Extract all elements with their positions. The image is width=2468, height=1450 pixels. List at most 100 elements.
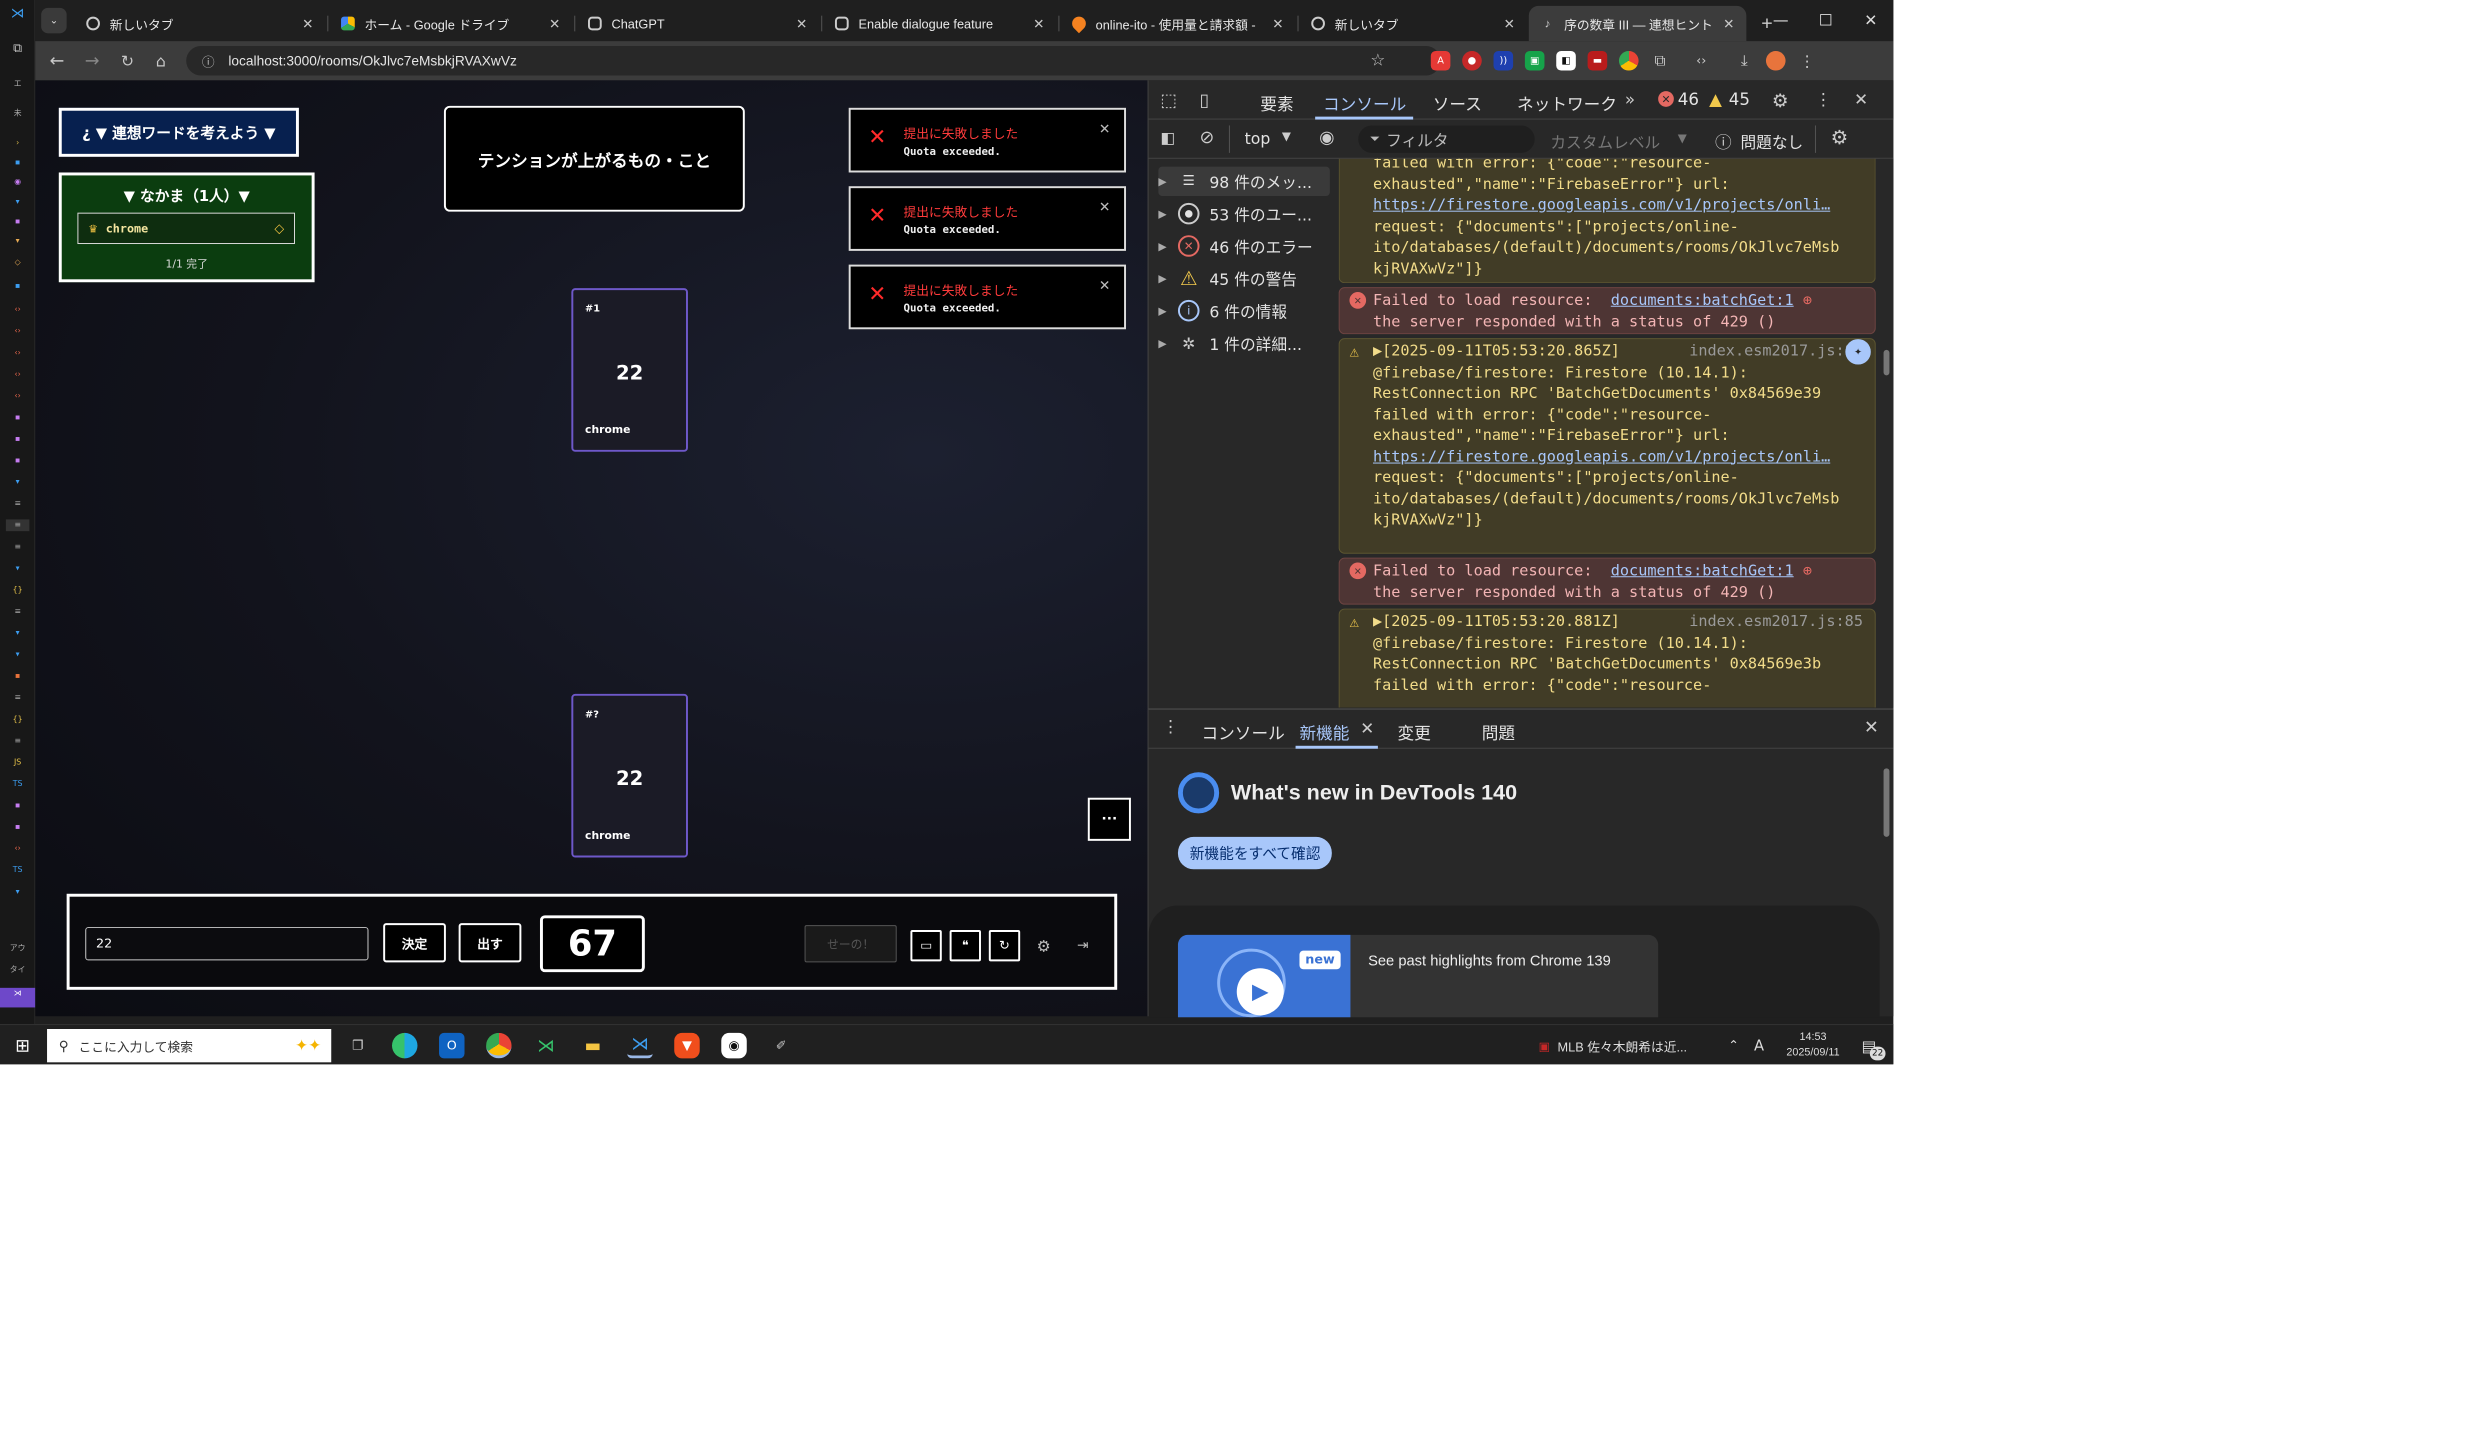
file-icon[interactable]: ▪: [6, 455, 30, 467]
explorer-icon[interactable]: ⧉: [6, 42, 30, 55]
menu-kebab-icon[interactable]: ⋮: [1797, 51, 1817, 71]
info-icon[interactable]: ⓘ: [1715, 128, 1732, 153]
file-icon[interactable]: ▾: [6, 235, 30, 247]
brave-icon[interactable]: ▼: [674, 1032, 700, 1059]
minimize-icon[interactable]: —: [1758, 0, 1803, 39]
tab-sources[interactable]: ソース: [1433, 90, 1482, 115]
log-link[interactable]: https://firestore.googleapis.com/v1/proj…: [1373, 195, 1875, 216]
file-icon[interactable]: ▾: [6, 627, 30, 639]
site-info-icon[interactable]: ⓘ: [202, 51, 215, 70]
tab-active-game[interactable]: ♪ 序の数章 III — 連想ヒントで 1~ ✕: [1528, 5, 1747, 42]
chevron-down-icon[interactable]: ▼: [1678, 131, 1687, 145]
sidebar-item-messages[interactable]: ▶ ☰ 98 件のメッ...: [1158, 166, 1330, 196]
forward-icon[interactable]: →: [80, 49, 104, 73]
close-icon[interactable]: ✕: [1033, 15, 1044, 32]
chat-button[interactable]: ···: [1087, 797, 1131, 841]
close-drawer-icon[interactable]: ✕: [1864, 717, 1879, 738]
drawer-scrollbar[interactable]: [1880, 749, 1894, 1018]
file-icon[interactable]: ▾: [6, 649, 30, 661]
tab-chatgpt[interactable]: ChatGPT ✕: [576, 6, 819, 41]
back-icon[interactable]: ←: [45, 49, 69, 73]
device-toolbar-icon[interactable]: ▯: [1200, 90, 1210, 111]
close-icon[interactable]: ✕: [1099, 200, 1110, 216]
ai-assist-icon[interactable]: ✦: [1845, 339, 1871, 365]
windows-start-icon[interactable]: ⊞: [10, 1033, 35, 1058]
more-tabs-icon[interactable]: »: [1625, 90, 1635, 110]
error-count[interactable]: 46: [1678, 90, 1699, 110]
console-warning-entry[interactable]: ⚠ ▶[2025-09-11T05:53:20.881Z] index.esm20…: [1338, 608, 1876, 708]
log-link[interactable]: documents:batchGet:1: [1611, 562, 1794, 580]
party-member-row[interactable]: ♛ chrome ◇: [77, 212, 295, 245]
ts-icon[interactable]: TS: [6, 778, 30, 790]
maximize-icon[interactable]: ☐: [1803, 0, 1848, 39]
console-settings-icon[interactable]: ⚙: [1831, 125, 1849, 149]
drawer-tab-changes[interactable]: 変更: [1397, 719, 1430, 744]
reload-icon[interactable]: ↻: [116, 49, 140, 73]
decide-button[interactable]: 決定: [383, 923, 446, 963]
file-icon[interactable]: ≡: [6, 692, 30, 704]
drawer-menu-icon[interactable]: ⋮: [1162, 717, 1179, 737]
chrome-extension-icon[interactable]: [1618, 50, 1639, 71]
issues-status[interactable]: 問題なし: [1740, 129, 1803, 153]
console-warning-entry[interactable]: ⚠ ▶[2025-09-11T05:53:20.865Z] index.esm20…: [1338, 338, 1876, 554]
tab-enable-dialogue[interactable]: Enable dialogue feature ✕: [823, 6, 1056, 41]
log-timestamp[interactable]: ▶[2025-09-11T05:53:20.865Z]: [1373, 342, 1620, 360]
file-icon[interactable]: ‹›: [6, 304, 30, 316]
file-icon[interactable]: ≡: [6, 735, 30, 747]
card-icon[interactable]: ▭: [910, 930, 942, 962]
log-link[interactable]: documents:batchGet:1: [1611, 291, 1794, 309]
log-source-link[interactable]: index.esm2017.js:85: [1689, 612, 1863, 633]
devtools-code-icon[interactable]: ‹›: [1691, 51, 1711, 71]
file-icon[interactable]: ▪: [6, 412, 30, 424]
file-icon[interactable]: ▪: [6, 157, 30, 169]
highlight-card[interactable]: ▶ new See past highlights from Chrome 13…: [1177, 934, 1659, 1018]
drawer-tab-console[interactable]: コンソール: [1201, 719, 1284, 744]
chrome-taskbar-icon[interactable]: [486, 1032, 512, 1059]
play-card-button[interactable]: 出す: [458, 923, 522, 963]
exit-icon[interactable]: ⇥: [1067, 930, 1098, 961]
file-icon[interactable]: ◇: [6, 257, 30, 269]
close-icon[interactable]: ✕: [1099, 122, 1110, 138]
file-icon[interactable]: ‹›: [6, 390, 30, 402]
close-icon[interactable]: ✕: [1360, 719, 1374, 739]
bookmark-star-icon[interactable]: ☆: [1366, 49, 1390, 73]
file-icon[interactable]: ◉: [6, 176, 30, 188]
console-filter-input[interactable]: ⏷ フィルタ: [1358, 125, 1535, 153]
log-levels-select[interactable]: カスタムレベル: [1550, 129, 1660, 153]
settings-gear-icon[interactable]: ⚙: [1772, 90, 1789, 112]
app-icon[interactable]: ◉: [721, 1032, 747, 1059]
edge-icon[interactable]: [392, 1032, 418, 1059]
sidebar-item-user-messages[interactable]: ▶ ● 53 件のユー...: [1158, 199, 1330, 228]
log-source-link[interactable]: index.esm2017.js:85: [1689, 341, 1863, 362]
tab-console[interactable]: コンソール: [1323, 90, 1406, 115]
close-icon[interactable]: ✕: [302, 15, 313, 32]
hand-card[interactable]: #? 22 chrome: [571, 693, 688, 858]
inspect-element-icon[interactable]: ⬚: [1160, 90, 1177, 111]
warning-count-icon[interactable]: ▲: [1709, 90, 1722, 110]
tab-new-tab-2[interactable]: 新しいタブ ✕: [1299, 6, 1526, 41]
file-icon[interactable]: ▾: [6, 563, 30, 575]
clear-console-icon[interactable]: ⊘: [1200, 127, 1215, 148]
file-icon[interactable]: ▾: [6, 196, 30, 208]
file-icon[interactable]: ▪: [6, 433, 30, 445]
file-icon[interactable]: ▪: [6, 216, 30, 228]
log-link[interactable]: https://firestore.googleapis.com/v1/proj…: [1373, 446, 1875, 467]
ts-icon[interactable]: TS: [6, 864, 30, 876]
file-icon[interactable]: ▾: [6, 886, 30, 898]
extension-icon[interactable]: ◧: [1556, 50, 1576, 71]
file-icon[interactable]: ▪: [6, 280, 30, 292]
console-warning-entry[interactable]: failed with error: {"code":"resource- ex…: [1338, 158, 1876, 284]
file-icon[interactable]: ▪: [6, 800, 30, 812]
file-icon[interactable]: ‹›: [6, 347, 30, 359]
file-explorer-icon[interactable]: ▬: [580, 1033, 605, 1058]
party-title[interactable]: ▼ なかま（1人）▼: [62, 185, 312, 206]
close-icon[interactable]: ✕: [1504, 15, 1515, 32]
drawer-tab-issues[interactable]: 問題: [1482, 719, 1515, 744]
devtools-menu-icon[interactable]: ⋮: [1815, 90, 1832, 110]
download-icon[interactable]: ⤓: [1735, 51, 1755, 71]
clock[interactable]: 14:53 2025/09/11: [1784, 1029, 1843, 1060]
topic-header[interactable]: ¿ ▼ 連想ワードを考えよう ▼: [58, 107, 299, 157]
home-icon[interactable]: ⌂: [149, 49, 173, 73]
profile-avatar-icon[interactable]: [1765, 50, 1786, 71]
js-icon[interactable]: JS: [6, 757, 30, 769]
